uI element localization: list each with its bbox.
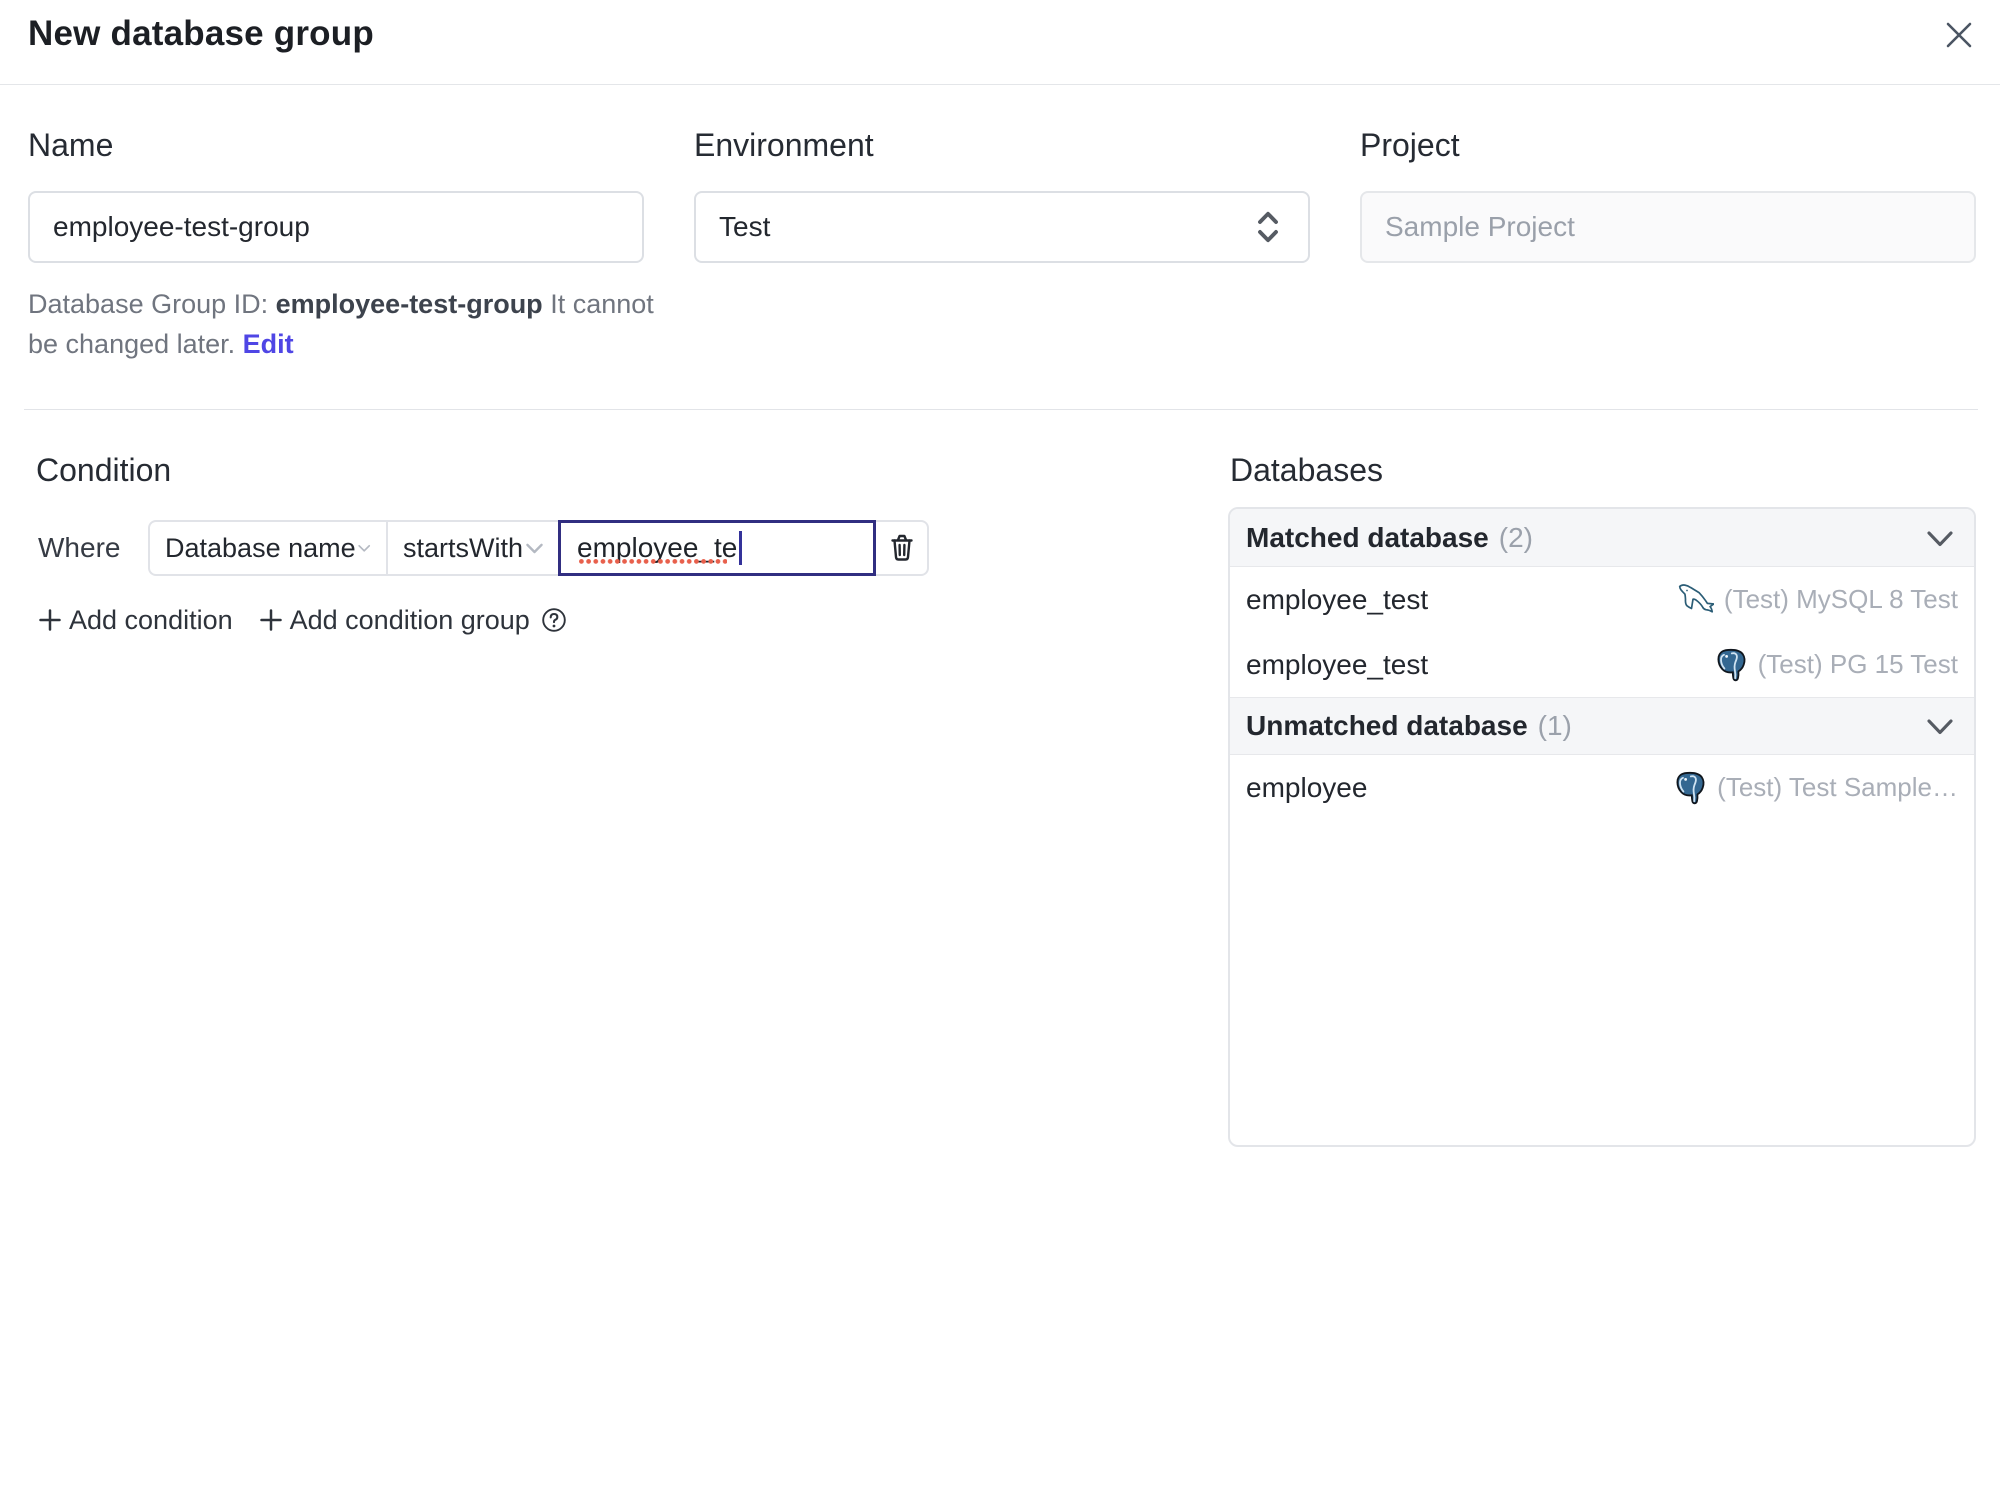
condition-heading: Condition (36, 452, 172, 488)
plus-icon (259, 609, 282, 631)
project-input-value: Sample Project (1385, 211, 1575, 242)
condition-operator-select[interactable]: startsWith (386, 520, 560, 576)
edit-link[interactable]: Edit (243, 329, 294, 359)
database-instance-info: (Test) MySQL 8 Test (1678, 583, 1958, 617)
trash-icon (890, 534, 913, 561)
database-name: employee (1246, 771, 1368, 803)
postgresql-icon (1717, 648, 1746, 681)
unfold-icon (1258, 211, 1278, 243)
project-label: Project (1360, 127, 1460, 163)
unmatched-database-header[interactable]: Unmatched database (1) (1230, 697, 1974, 755)
add-condition-group-label: Add condition group (289, 604, 530, 635)
condition-factor-select[interactable]: Database name (148, 520, 386, 576)
where-label: Where (38, 532, 121, 563)
header-divider (0, 84, 2000, 85)
postgresql-icon (1676, 771, 1705, 804)
database-instance-info: (Test) Test Sample… (1673, 770, 1958, 806)
section-divider (24, 409, 1978, 410)
mysql-icon (1678, 583, 1714, 613)
database-row[interactable]: employee_test (Test) MySQL 8 Test (1230, 567, 1974, 632)
add-condition-label: Add condition (69, 604, 233, 635)
group-id-helper: Database Group ID: employee-test-group I… (28, 284, 672, 364)
condition-value-input[interactable]: employee_te (558, 520, 876, 576)
database-name: employee_test (1246, 583, 1429, 615)
matched-database-header[interactable]: Matched database (2) (1230, 509, 1974, 567)
condition-actions: Add condition Add condition group (38, 603, 567, 637)
close-icon[interactable] (1944, 20, 1974, 50)
add-condition-group-button[interactable]: Add condition group (259, 605, 530, 636)
database-name: employee_test (1246, 648, 1429, 680)
database-row[interactable]: employee_test (Test) PG 15 Test (1230, 632, 1974, 697)
plus-icon (39, 609, 61, 631)
helper-group-id: employee-test-group (275, 289, 543, 319)
add-condition-button[interactable]: Add condition (38, 605, 233, 636)
databases-panel: Matched database (2) employee_test (Test… (1228, 507, 1976, 1147)
database-instance: (Test) PG 15 Test (1757, 649, 1958, 679)
environment-label: Environment (694, 127, 874, 163)
spellcheck-underline (579, 559, 727, 564)
chevron-down-icon (357, 544, 370, 552)
unmatched-database-count: (1) (1537, 710, 1572, 741)
delete-condition-button[interactable] (876, 520, 929, 576)
database-row[interactable]: employee (Test) Test Sample… (1230, 755, 1974, 820)
dialog-title: New database group (28, 14, 374, 53)
chevron-down-icon (1927, 719, 1953, 735)
name-input[interactable]: employee-test-group (28, 191, 644, 263)
text-caret (739, 531, 742, 565)
matched-database-count: (2) (1498, 521, 1533, 553)
chevron-down-icon (526, 543, 543, 554)
matched-database-title: Matched database (1246, 521, 1489, 553)
name-input-value: employee-test-group (53, 211, 310, 242)
helper-prefix: Database Group ID: (28, 289, 276, 319)
project-input: Sample Project (1360, 191, 1976, 263)
database-instance: (Test) MySQL 8 Test (1723, 584, 1958, 614)
condition-operator-value: startsWith (403, 532, 524, 563)
condition-row: Database name startsWith employee_te (148, 520, 929, 576)
environment-select-value: Test (719, 211, 771, 242)
unmatched-database-title: Unmatched database (1246, 710, 1528, 741)
database-instance-info: (Test) PG 15 Test (1714, 647, 1958, 683)
help-icon[interactable] (541, 607, 567, 633)
databases-heading: Databases (1230, 452, 1383, 488)
database-instance: (Test) Test Sample… (1717, 772, 1958, 802)
environment-select[interactable]: Test (694, 191, 1310, 263)
condition-factor-value: Database name (165, 532, 356, 563)
name-label: Name (28, 127, 114, 163)
chevron-down-icon (1927, 530, 1953, 546)
